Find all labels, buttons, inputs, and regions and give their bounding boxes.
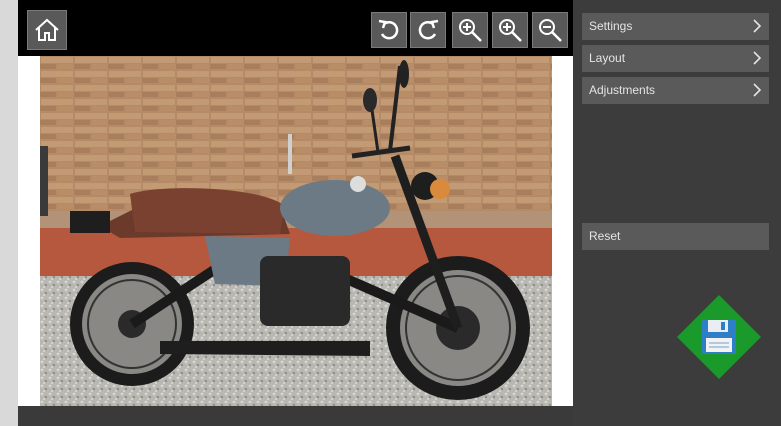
undo-icon — [378, 19, 399, 40]
home-button[interactable] — [27, 10, 67, 50]
layout-button[interactable]: Layout — [582, 45, 769, 72]
chevron-right-icon — [753, 51, 762, 65]
save-button[interactable] — [675, 293, 763, 381]
chevron-right-icon — [753, 19, 762, 33]
undo-button[interactable] — [371, 12, 407, 48]
redo-button[interactable] — [410, 12, 446, 48]
adjustments-label: Adjustments — [589, 83, 656, 97]
settings-label: Settings — [589, 19, 633, 33]
status-bar — [18, 406, 573, 426]
adjustments-button[interactable]: Adjustments — [582, 77, 769, 104]
zoom-out-button[interactable] — [532, 12, 568, 48]
top-toolbar — [18, 0, 573, 56]
image-editor-window: Settings Layout Adjustments Reset — [18, 0, 781, 426]
zoom-reset-icon — [499, 19, 522, 42]
reset-button[interactable]: Reset — [582, 223, 769, 250]
settings-button[interactable]: Settings — [582, 13, 769, 40]
save-floppy-icon — [677, 295, 761, 379]
layout-label: Layout — [589, 51, 626, 65]
zoom-in-icon — [459, 19, 482, 42]
redo-icon — [418, 19, 439, 40]
image-canvas[interactable] — [18, 56, 573, 406]
zoom-in-button[interactable] — [452, 12, 488, 48]
zoom-out-icon — [539, 19, 562, 42]
zoom-reset-button[interactable] — [492, 12, 528, 48]
side-panel: Settings Layout Adjustments Reset — [575, 0, 781, 426]
reset-label: Reset — [589, 229, 621, 243]
motorcycle-photo — [40, 56, 552, 406]
home-icon — [35, 18, 59, 41]
chevron-right-icon — [753, 83, 762, 97]
